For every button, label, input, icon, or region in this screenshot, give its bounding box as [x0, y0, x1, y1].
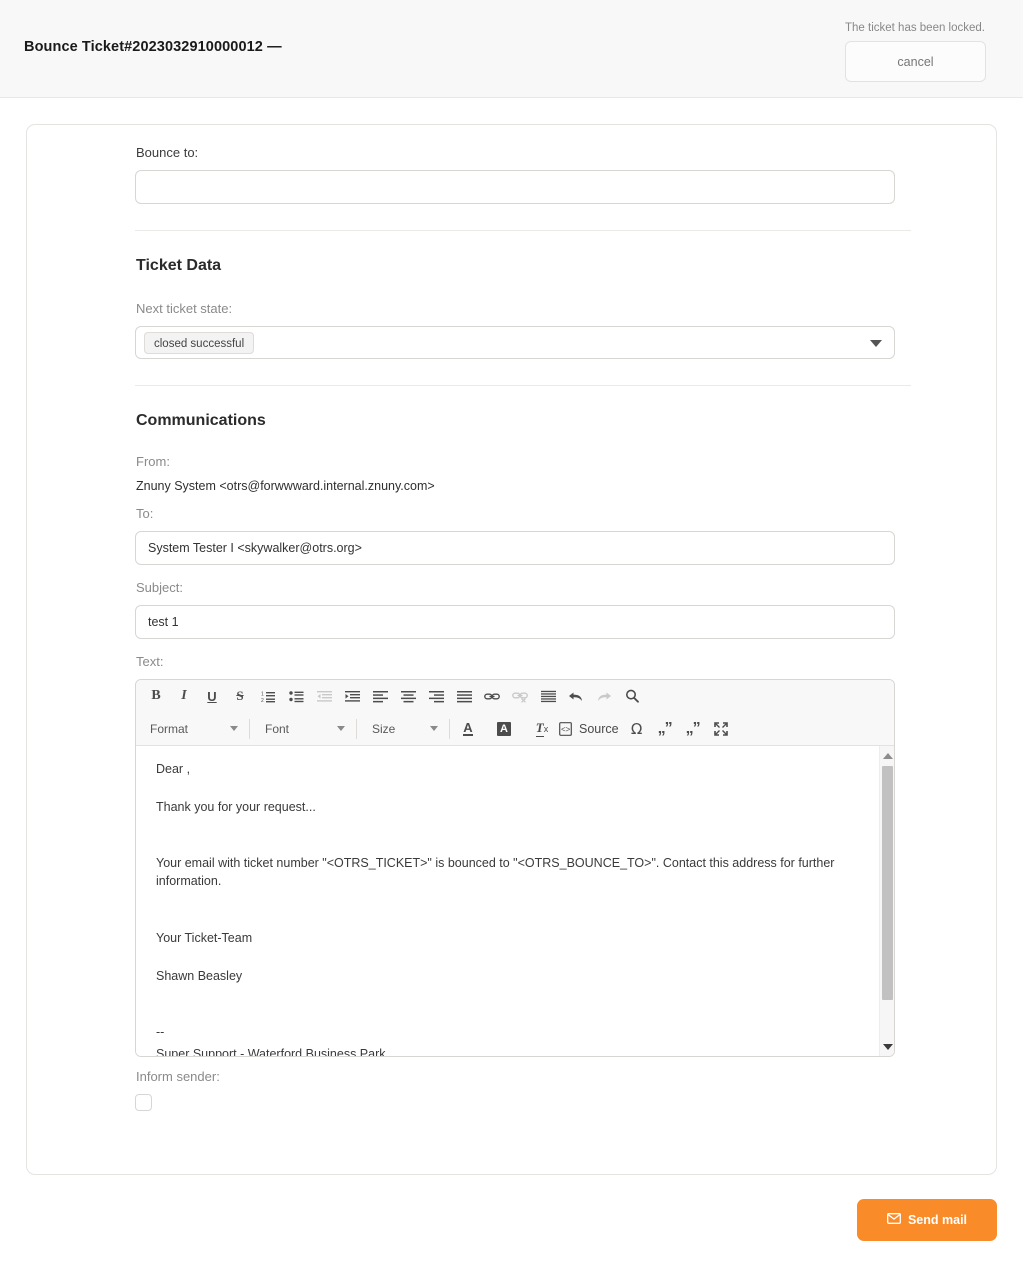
increase-indent-icon[interactable]: [338, 683, 366, 709]
next-ticket-state-label: Next ticket state:: [136, 301, 233, 316]
inform-sender-checkbox[interactable]: [135, 1094, 152, 1111]
editor-toolbar-row-1: B I U S 12: [136, 680, 894, 712]
cancel-button[interactable]: cancel: [845, 41, 986, 82]
subject-label: Subject:: [136, 580, 183, 595]
maximize-icon[interactable]: [707, 716, 735, 742]
next-ticket-state-value: closed successful: [144, 332, 255, 354]
bounce-to-input[interactable]: [135, 170, 895, 204]
background-color-chevron-down-icon[interactable]: [515, 716, 529, 742]
scrollbar-thumb[interactable]: [882, 766, 893, 1000]
bounce-to-field-group: Bounce to:: [135, 145, 920, 204]
from-value: Znuny System <otrs@forwwward.internal.zn…: [136, 479, 435, 493]
editor-line-5: Shawn Beasley: [156, 968, 243, 983]
text-label: Text:: [136, 654, 164, 669]
envelope-icon: [887, 1213, 901, 1227]
inform-sender-label: Inform sender:: [136, 1069, 220, 1084]
align-justify-icon[interactable]: [450, 683, 478, 709]
editor-line-7: Super Support - Waterford Business Park: [156, 1046, 386, 1056]
text-color-chevron-down-icon[interactable]: [479, 716, 493, 742]
scroll-up-icon[interactable]: [880, 748, 894, 763]
strikethrough-icon[interactable]: S: [226, 683, 254, 709]
link-icon[interactable]: [478, 683, 506, 709]
section-divider-2: [135, 385, 911, 386]
search-icon[interactable]: [618, 683, 646, 709]
source-button-label: Source: [579, 721, 619, 736]
to-input[interactable]: [135, 531, 895, 565]
editor-toolbar: B I U S 12 Format Font Size A A T x <> S…: [136, 680, 894, 746]
special-character-icon[interactable]: Ω: [623, 716, 651, 742]
insert-quote-icon[interactable]: „”: [651, 716, 679, 742]
size-dropdown-label: Size: [372, 721, 396, 736]
horizontal-rule-icon[interactable]: [534, 683, 562, 709]
page-header: Bounce Ticket#2023032910000012 — The tic…: [0, 0, 1023, 98]
send-mail-label: Send mail: [907, 1213, 968, 1227]
remove-quote-icon[interactable]: „”: [679, 716, 707, 742]
source-button[interactable]: Source: [575, 722, 623, 736]
to-label: To:: [136, 506, 154, 521]
svg-text:1: 1: [261, 691, 264, 697]
bounce-to-label: Bounce to:: [136, 145, 199, 160]
align-center-icon[interactable]: [394, 683, 422, 709]
bold-icon[interactable]: B: [142, 683, 170, 709]
italic-icon[interactable]: I: [170, 683, 198, 709]
editor-body-content: Dear , Thank you for your request... You…: [136, 746, 894, 1056]
subject-input[interactable]: [135, 605, 895, 639]
scroll-down-icon[interactable]: [880, 1039, 894, 1054]
editor-line-6: --: [156, 1024, 165, 1039]
toolbar-separator: [356, 718, 357, 739]
send-mail-button[interactable]: Send mail: [857, 1199, 997, 1241]
font-dropdown[interactable]: Font: [257, 717, 349, 741]
editor-toolbar-row-2: Format Font Size A A T x <> Source Ω „” …: [136, 712, 894, 745]
ticket-data-heading: Ticket Data: [136, 257, 222, 274]
background-color-icon[interactable]: A: [493, 716, 515, 742]
chevron-down-icon: [870, 340, 882, 347]
toolbar-separator: [449, 718, 450, 739]
next-ticket-state-select[interactable]: closed successful: [135, 326, 895, 359]
page-title: Bounce Ticket#2023032910000012 —: [24, 39, 282, 55]
source-code-icon[interactable]: <>: [555, 716, 575, 742]
text-color-icon[interactable]: A: [457, 716, 479, 742]
svg-text:2: 2: [261, 698, 264, 703]
bulleted-list-icon[interactable]: [282, 683, 310, 709]
header-actions: The ticket has been locked. cancel: [786, 22, 986, 82]
from-label: From:: [136, 454, 170, 469]
numbered-list-icon[interactable]: 12: [254, 683, 282, 709]
editor-line-1: Dear ,: [156, 762, 191, 776]
ticket-lock-notice: The ticket has been locked.: [845, 22, 985, 34]
underline-icon[interactable]: U: [198, 683, 226, 709]
align-right-icon[interactable]: [422, 683, 450, 709]
chevron-down-icon: [337, 726, 345, 731]
section-divider-1: [135, 230, 911, 231]
rich-text-editor: B I U S 12 Format Font Size A A T x <> S…: [135, 679, 895, 1057]
svg-text:<>: <>: [561, 725, 571, 734]
format-dropdown[interactable]: Format: [142, 717, 242, 741]
communications-heading: Communications: [136, 412, 266, 429]
toolbar-separator: [249, 718, 250, 739]
editor-line-3: Your email with ticket number "<OTRS_TIC…: [156, 856, 835, 889]
unlink-icon: [506, 683, 534, 709]
form-content: Bounce to: Ticket Data Next ticket state…: [135, 145, 920, 1111]
editor-scrollbar[interactable]: [879, 746, 894, 1056]
remove-format-icon[interactable]: Tx: [529, 716, 555, 742]
editor-line-4: Your Ticket-Team: [156, 930, 253, 945]
undo-icon[interactable]: [562, 683, 590, 709]
editor-text-area[interactable]: Dear , Thank you for your request... You…: [136, 746, 894, 1056]
bounce-form-card: Bounce to: Ticket Data Next ticket state…: [26, 124, 997, 1175]
redo-icon: [590, 683, 618, 709]
size-dropdown[interactable]: Size: [364, 717, 442, 741]
font-dropdown-label: Font: [265, 721, 290, 736]
decrease-indent-icon: [310, 683, 338, 709]
format-dropdown-label: Format: [150, 721, 189, 736]
editor-line-2: Thank you for your request...: [156, 800, 316, 815]
chevron-down-icon: [430, 726, 438, 731]
chevron-down-icon: [230, 726, 238, 731]
align-left-icon[interactable]: [366, 683, 394, 709]
